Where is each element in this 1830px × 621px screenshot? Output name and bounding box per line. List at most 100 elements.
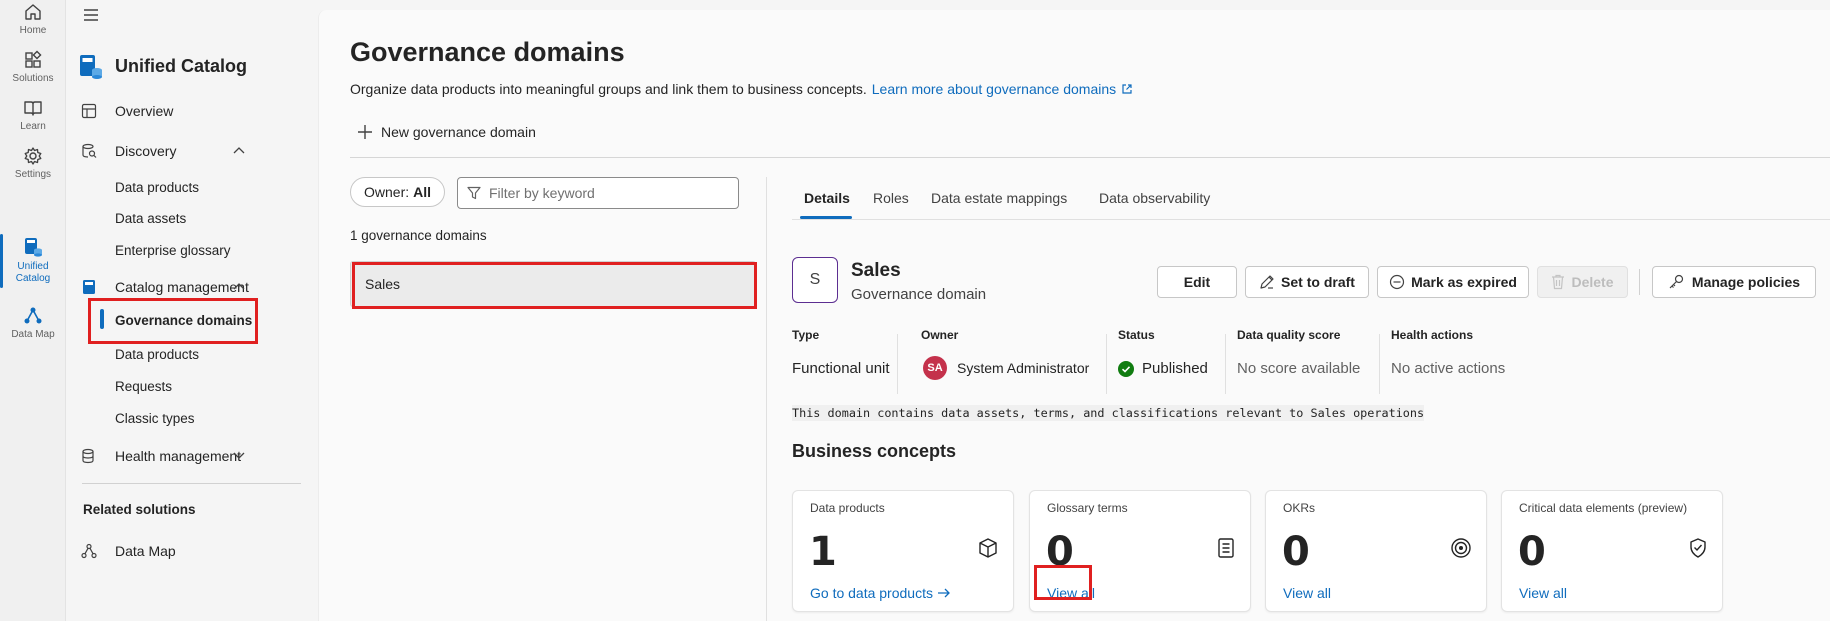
owner-name: System Administrator [957,360,1090,376]
rail-item-solutions[interactable]: Solutions [0,50,66,85]
nav-divider [82,483,301,484]
meta-divider [1106,334,1107,394]
pen-icon [1259,274,1275,290]
business-concepts-heading: Business concepts [792,441,957,461]
nav-group-health-management[interactable]: Health management [66,445,316,469]
actions-divider [1639,269,1640,295]
learn-more-link[interactable]: Learn more about governance domains [872,81,1116,97]
settings-icon [23,146,43,166]
chevron-up-icon [233,282,245,290]
domain-count: 1 governance domains [350,228,487,243]
nav-item-data-assets[interactable]: Data assets [115,211,186,226]
nav-item-governance-domains[interactable]: Governance domains [115,313,252,328]
arrow-right-icon [937,587,951,599]
rail-item-learn[interactable]: Learn [0,98,66,133]
owner-filter-value: All [413,184,432,200]
edit-button-label: Edit [1183,274,1211,290]
hamburger-menu-icon[interactable] [82,6,100,24]
tab-data-observability[interactable]: Data observability [1099,190,1210,206]
card-value: 0 [1046,529,1074,575]
owner-filter-label: Owner: [364,184,410,200]
page-title: Governance domains [350,37,625,67]
main-content: Governance domains Organize data product… [318,10,1830,621]
health-management-icon [81,448,97,464]
owner-filter-pill[interactable]: Owner: All [350,177,446,207]
rail-item-data-map[interactable]: Data Map [0,306,66,341]
dq-score-label: Data quality score [1237,328,1341,342]
rail-label: Solutions [12,73,54,84]
nav-item-enterprise-glossary[interactable]: Enterprise glossary [115,243,231,258]
mark-as-expired-button[interactable]: Mark as expired [1377,266,1529,298]
card-okrs: OKRs 0 View all [1265,490,1487,612]
catalog-nav-panel: Unified Catalog Overview Discovery Data … [66,0,316,621]
set-to-draft-button[interactable]: Set to draft [1245,266,1369,298]
domain-avatar: S [792,257,838,303]
card-link-label: Go to data products [810,585,933,601]
nav-group-label: Health management [115,448,242,464]
card-title: Data products [810,501,885,515]
nav-group-discovery[interactable]: Discovery [66,140,316,164]
cube-icon [977,537,999,559]
nav-item-data-products[interactable]: Data products [115,180,199,195]
card-critical-data-elements: Critical data elements (preview) 0 View … [1501,490,1723,612]
home-icon [23,2,43,22]
health-actions-value: No active actions [1391,360,1506,377]
nav-item-related-data-map[interactable]: Data Map [66,540,316,564]
meta-divider [1379,334,1380,394]
card-value: 0 [1282,529,1310,575]
cde-view-all-link[interactable]: View all [1519,585,1567,601]
card-title: Critical data elements (preview) [1519,501,1688,515]
nav-group-catalog-management[interactable]: Catalog management [66,276,316,300]
discovery-icon [81,143,97,159]
rail-label: Learn [20,121,46,132]
card-value: 0 [1518,529,1546,575]
nav-item-classic-types[interactable]: Classic types [115,411,195,426]
card-title: Glossary terms [1047,501,1128,515]
chevron-down-icon [233,452,245,460]
nav-group-label: Catalog management [115,279,249,295]
glossary-view-all-link[interactable]: View all [1047,585,1095,601]
tab-data-estate-mappings[interactable]: Data estate mappings [931,190,1067,206]
nav-title: Unified Catalog [115,56,248,76]
card-data-products: Data products 1 Go to data products [792,490,1014,612]
nav-item-requests[interactable]: Requests [115,379,172,394]
rail-item-unified-catalog[interactable]: Unified Catalog [0,236,66,285]
rail-label: Unified Catalog [15,261,51,284]
rail-item-settings[interactable]: Settings [0,146,66,181]
app-rail: Home Solutions Learn Settings Unified Ca… [0,0,66,621]
manage-policies-label: Manage policies [1691,274,1801,290]
tab-details[interactable]: Details [804,190,850,206]
domain-subtitle: Governance domain [851,286,987,303]
domain-list-item[interactable]: Sales [350,261,756,307]
card-glossary-terms: Glossary terms 0 View all [1029,490,1251,612]
edit-button[interactable]: Edit [1157,266,1237,298]
mark-as-expired-label: Mark as expired [1411,274,1517,290]
tabs-divider [792,219,1830,220]
okrs-view-all-link[interactable]: View all [1283,585,1331,601]
toolbar-divider [350,157,1830,158]
delete-button[interactable]: Delete [1537,266,1628,298]
chevron-up-icon [233,146,245,154]
go-to-data-products-link[interactable]: Go to data products [810,585,951,601]
card-title: OKRs [1283,501,1316,515]
tab-roles[interactable]: Roles [873,190,909,206]
domain-list-item-label: Sales [365,276,401,292]
type-label: Type [792,328,820,342]
owner-value[interactable]: SA System Administrator [923,356,1089,380]
owner-avatar: SA [923,356,947,380]
dq-score-value: No score available [1237,360,1361,377]
status-text: Published [1142,360,1208,377]
nav-item-catalog-data-products[interactable]: Data products [115,347,199,362]
meta-divider [897,334,898,394]
unified-catalog-icon [22,236,44,258]
data-map-icon [81,543,97,559]
description-text: Organize data products into meaningful g… [350,81,867,97]
rail-item-home[interactable]: Home [0,2,66,37]
nav-item-overview[interactable]: Overview [66,100,316,124]
manage-policies-button[interactable]: Manage policies [1652,266,1816,298]
pane-divider [766,177,767,621]
new-governance-domain-button[interactable]: New governance domain [357,124,536,140]
filter-keyword-input[interactable]: Filter by keyword [457,177,739,209]
unified-catalog-logo-icon [78,53,104,81]
nav-item-label: Overview [115,103,174,119]
